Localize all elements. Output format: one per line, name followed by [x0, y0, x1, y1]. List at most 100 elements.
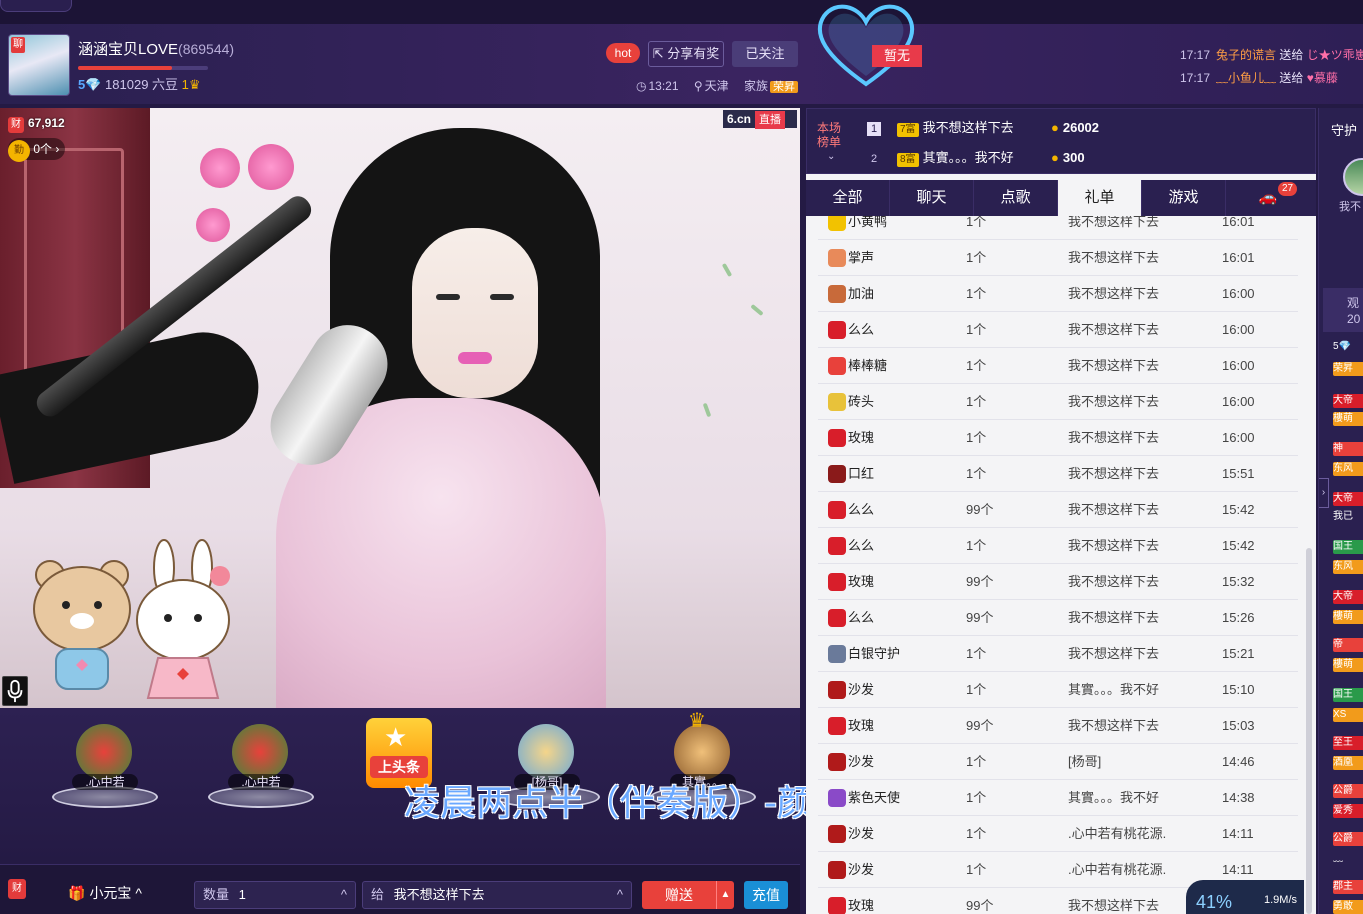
- gift-list-row[interactable]: 棒棒糖 1个 我不想这样下去 16:00: [818, 348, 1298, 384]
- gift-sender[interactable]: [杨哥]: [1068, 744, 1101, 780]
- feed-to[interactable]: じ★ツ乖崽: [1307, 48, 1363, 62]
- seat[interactable]: .心中若: [206, 718, 316, 808]
- guard-badge[interactable]: 东风: [1333, 560, 1363, 574]
- ranking-label[interactable]: 本场榜单: [817, 121, 847, 149]
- gift-sender[interactable]: 我不想这样下去: [1068, 492, 1159, 528]
- gift-list-row[interactable]: 白银守护 1个 我不想这样下去 15:21: [818, 636, 1298, 672]
- guard-badge[interactable]: 公爵: [1333, 784, 1363, 798]
- tab-gift-list[interactable]: 礼单: [1058, 180, 1142, 216]
- gift-list-row[interactable]: 口红 1个 我不想这样下去 15:51: [818, 456, 1298, 492]
- recharge-button[interactable]: 充值: [744, 881, 788, 909]
- gift-list-row[interactable]: 么么 1个 我不想这样下去 16:00: [818, 312, 1298, 348]
- gift-sender[interactable]: 我不想这样下去: [1068, 528, 1159, 564]
- hot-badge[interactable]: hot: [606, 43, 640, 63]
- guard-badge[interactable]: 国王: [1333, 540, 1363, 554]
- guard-badge[interactable]: 国王: [1333, 688, 1363, 702]
- gift-sender[interactable]: 我不想这样下去: [1068, 348, 1159, 384]
- recipient-field[interactable]: 给 我不想这样下去 ^: [362, 881, 632, 909]
- guard-badge[interactable]: 樓萌: [1333, 658, 1363, 672]
- anchor-name[interactable]: 涵涵宝贝LOVE(869544): [78, 38, 234, 59]
- seat[interactable]: .心中若: [50, 718, 160, 808]
- fan-badge[interactable]: 勤 0个 ›: [8, 138, 66, 162]
- gift-list-row[interactable]: 砖头 1个 我不想这样下去 16:00: [818, 384, 1298, 420]
- family-tag[interactable]: 荣昇: [770, 81, 799, 93]
- wealth-counter[interactable]: 财 67,912: [8, 116, 65, 133]
- anchor-avatar[interactable]: 聊: [8, 34, 70, 96]
- gift-list-row[interactable]: 玫瑰 1个 我不想这样下去 16:00: [818, 420, 1298, 456]
- guard-avatar[interactable]: [1343, 158, 1363, 196]
- gift-sender[interactable]: 我不想这样下去: [1068, 636, 1159, 672]
- feed-from[interactable]: ﹏小鱼儿﹏: [1216, 71, 1276, 85]
- guard-badge[interactable]: 大帝: [1333, 394, 1363, 408]
- share-button[interactable]: ⇱ 分享有奖: [648, 41, 724, 67]
- gift-list-row[interactable]: 沙发 1个 .心中若有桃花源. 14:11: [818, 816, 1298, 852]
- gift-sender[interactable]: .心中若有桃花源.: [1068, 816, 1166, 852]
- gift-sender[interactable]: 我不想这样下去: [1068, 240, 1159, 276]
- chevron-down-icon[interactable]: ⌄: [827, 151, 835, 162]
- gift-selector[interactable]: 🎁 小元宝 ^: [68, 883, 142, 903]
- feed-from[interactable]: 兔子的谎言: [1216, 48, 1276, 62]
- guard-badge[interactable]: 樓萌: [1333, 412, 1363, 426]
- ranking-row[interactable]: 1 7富 我不想这样下去 ● 26002: [867, 117, 1307, 139]
- gift-list-row[interactable]: 沙发 1个 其實。。。我不好 15:10: [818, 672, 1298, 708]
- gift-sender[interactable]: 我不想这样下去: [1068, 276, 1159, 312]
- gift-sender[interactable]: 我不想这样下去: [1068, 708, 1159, 744]
- tab-all[interactable]: 全部: [806, 180, 890, 216]
- guard-badge[interactable]: 5💎: [1333, 340, 1363, 354]
- tab-song[interactable]: 点歌: [974, 180, 1058, 216]
- gift-list-row[interactable]: 么么 1个 我不想这样下去 15:42: [818, 528, 1298, 564]
- guard-badge[interactable]: 酒凰: [1333, 756, 1363, 770]
- gift-list-row[interactable]: 紫色天使 1个 其實。。。我不好 14:38: [818, 780, 1298, 816]
- guard-badge[interactable]: 郡主: [1333, 880, 1363, 894]
- guard-badge[interactable]: XS: [1333, 708, 1363, 722]
- gift-list-row[interactable]: 玫瑰 99个 我不想这样下去 15:32: [818, 564, 1298, 600]
- guard-badge[interactable]: 大帝: [1333, 492, 1363, 506]
- guard-badge[interactable]: 东风: [1333, 462, 1363, 476]
- feed-to[interactable]: ♥慕藤: [1307, 71, 1338, 85]
- guard-badge[interactable]: 至王: [1333, 736, 1363, 750]
- guard-badge[interactable]: ﹏: [1333, 852, 1363, 866]
- gift-sender[interactable]: 我不想这样下去: [1068, 564, 1159, 600]
- tab-chat[interactable]: 聊天: [890, 180, 974, 216]
- gift-list-scrollbar[interactable]: [1306, 548, 1312, 914]
- guard-badge[interactable]: 神: [1333, 442, 1363, 456]
- guard-badge[interactable]: 我已: [1333, 510, 1363, 524]
- gift-list-row[interactable]: 加油 1个 我不想这样下去 16:00: [818, 276, 1298, 312]
- guard-badge[interactable]: 樓萌: [1333, 610, 1363, 624]
- guard-badge[interactable]: 帝: [1333, 638, 1363, 652]
- gift-sender[interactable]: 我不想这样下去: [1068, 216, 1159, 240]
- wealth-icon[interactable]: 财: [8, 879, 26, 899]
- guard-badge[interactable]: 公爵: [1333, 832, 1363, 846]
- quantity-field[interactable]: 数量 1 ^: [194, 881, 356, 909]
- gift-sender[interactable]: 我不想这样下去: [1068, 312, 1159, 348]
- gift-list-row[interactable]: 么么 99个 我不想这样下去 15:42: [818, 492, 1298, 528]
- guard-badge[interactable]: 大帝: [1333, 590, 1363, 604]
- guard-title[interactable]: 守护: [1331, 120, 1357, 139]
- send-gift-button[interactable]: 赠送 ▲: [642, 881, 734, 909]
- collapse-panel-button[interactable]: ›: [1319, 478, 1329, 508]
- gift-sender[interactable]: 其實。。。我不好: [1068, 672, 1159, 708]
- tab-cars[interactable]: 🚗: [1226, 180, 1310, 216]
- gift-list-row[interactable]: 沙发 1个 [杨哥] 14:46: [818, 744, 1298, 780]
- guard-badge[interactable]: 勇敢: [1333, 900, 1363, 914]
- send-options-icon[interactable]: ▲: [716, 881, 734, 909]
- gift-sender[interactable]: 我不想这样下去: [1068, 456, 1159, 492]
- ranking-row[interactable]: 2 8富 其實。。。我不好 ● 300: [867, 147, 1307, 169]
- gift-list-row[interactable]: 么么 99个 我不想这样下去 15:26: [818, 600, 1298, 636]
- live-video[interactable]: 6.cn 直播 财 67,912 勤 0个 ›: [0, 108, 800, 708]
- gift-sender[interactable]: 我不想这样下去: [1068, 888, 1159, 914]
- gift-list-row[interactable]: 玫瑰 99个 我不想这样下去 15:03: [818, 708, 1298, 744]
- gift-sender[interactable]: 其實。。。我不好: [1068, 780, 1159, 816]
- gift-sender[interactable]: 我不想这样下去: [1068, 384, 1159, 420]
- follow-button[interactable]: 已关注: [732, 41, 798, 67]
- top-tab[interactable]: [0, 0, 72, 12]
- gift-list-row[interactable]: 小黄鸭 1个 我不想这样下去 16:01: [818, 216, 1298, 240]
- gift-sender[interactable]: 我不想这样下去: [1068, 600, 1159, 636]
- tab-games[interactable]: 游戏: [1142, 180, 1226, 216]
- guard-badge[interactable]: 荣昇: [1333, 362, 1363, 376]
- gift-sender[interactable]: 我不想这样下去: [1068, 420, 1159, 456]
- microphone-icon[interactable]: [2, 676, 28, 706]
- gift-sender[interactable]: .心中若有桃花源.: [1068, 852, 1166, 888]
- guard-badge[interactable]: 爱秀: [1333, 804, 1363, 818]
- gift-list-row[interactable]: 掌声 1个 我不想这样下去 16:01: [818, 240, 1298, 276]
